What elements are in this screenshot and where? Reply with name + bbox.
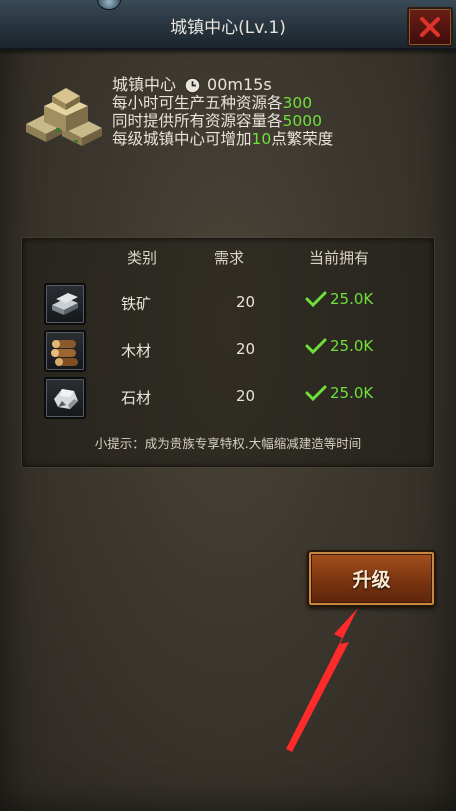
clock-icon	[184, 77, 201, 93]
resource-row-iron: 铁矿 20 25.0K	[23, 283, 433, 325]
building-info: 城镇中心 00m15s 每小时可生产五种资源各300 同时提供所有资源容量各50…	[112, 75, 334, 149]
header-owned: 当前拥有	[309, 249, 370, 267]
title-gem-ornament	[97, 0, 121, 10]
page-title: 城镇中心(Lv.1)	[170, 18, 286, 38]
check-icon	[305, 291, 327, 308]
check-icon	[305, 385, 327, 402]
production-line: 每小时可生产五种资源各300	[112, 94, 313, 112]
town-center-building-icon	[26, 88, 102, 146]
building-name: 城镇中心	[112, 75, 177, 94]
capacity-line: 同时提供所有资源容量各5000	[112, 112, 322, 130]
resource-row-stone: 石材 20 25.0K	[23, 377, 433, 419]
header-category: 类别	[127, 249, 158, 267]
requirements-panel: 类别 需求 当前拥有 铁矿 20 25.0K 木材 20 25.0K 石材 20…	[22, 238, 434, 467]
check-icon	[305, 338, 327, 355]
build-timer: 00m15s	[207, 75, 272, 94]
close-button[interactable]	[407, 7, 453, 47]
close-icon	[420, 17, 440, 37]
stone-icon	[44, 377, 86, 419]
tip-text: 小提示：成为贵族专享特权.大幅缩减建造等时间	[94, 436, 362, 451]
prosperity-line: 每级城镇中心可增加10点繁荣度	[112, 130, 334, 148]
header-required: 需求	[214, 249, 245, 267]
upgrade-button[interactable]: 升级	[307, 550, 436, 607]
resource-row-wood: 木材 20 25.0K	[23, 330, 433, 372]
title-bar: 城镇中心(Lv.1)	[0, 0, 456, 50]
wood-log-icon	[44, 330, 86, 372]
iron-ore-icon	[44, 283, 86, 325]
annotation-arrow-icon	[286, 608, 358, 752]
